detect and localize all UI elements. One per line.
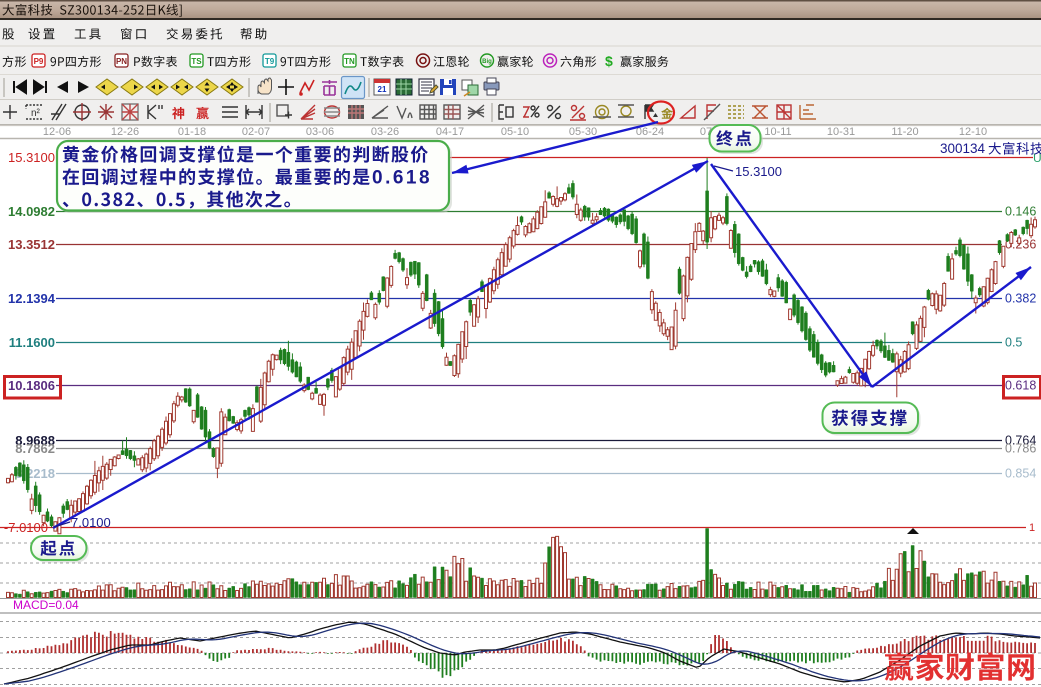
- svg-text:7.0100: 7.0100: [71, 515, 111, 530]
- svg-text:12-26: 12-26: [111, 126, 139, 138]
- svg-text:PN: PN: [116, 57, 127, 66]
- svg-text:02-07: 02-07: [242, 126, 270, 138]
- svg-text:0.786: 0.786: [1005, 442, 1036, 456]
- svg-text:14.0982: 14.0982: [8, 204, 55, 219]
- svg-text:8.7862: 8.7862: [15, 441, 55, 456]
- svg-text:13.3512: 13.3512: [8, 237, 55, 252]
- svg-text:1: 1: [1029, 522, 1035, 534]
- svg-text:n²: n²: [31, 108, 41, 119]
- svg-text:P9: P9: [34, 57, 44, 66]
- svg-text:-7.0100: -7.0100: [4, 520, 48, 535]
- svg-text:04-17: 04-17: [436, 126, 464, 138]
- svg-text:$: $: [605, 53, 613, 69]
- svg-text:12.1394: 12.1394: [8, 291, 56, 306]
- svg-text:03-26: 03-26: [371, 126, 399, 138]
- svg-text:06-24: 06-24: [636, 126, 664, 138]
- svg-text:0.5: 0.5: [1005, 336, 1022, 350]
- svg-text:15.3100: 15.3100: [8, 150, 55, 165]
- svg-text:01-18: 01-18: [178, 126, 206, 138]
- svg-text:15.3100: 15.3100: [735, 164, 782, 179]
- svg-text:11-20: 11-20: [891, 126, 918, 138]
- svg-text:03-06: 03-06: [306, 126, 334, 138]
- svg-text:T9: T9: [265, 57, 275, 66]
- svg-text:TS: TS: [191, 57, 202, 66]
- svg-text:0.382: 0.382: [1005, 292, 1036, 306]
- svg-text:0.146: 0.146: [1005, 205, 1036, 219]
- svg-text:10-11: 10-11: [764, 126, 791, 138]
- svg-text:Big: Big: [482, 59, 492, 65]
- svg-text:MACD=0.04: MACD=0.04: [13, 598, 79, 612]
- svg-text:05-10: 05-10: [501, 126, 529, 138]
- svg-text:300134: 300134: [940, 141, 986, 156]
- svg-text:21: 21: [378, 85, 387, 94]
- svg-text:0.854: 0.854: [1005, 467, 1036, 481]
- svg-text:TN: TN: [344, 57, 355, 66]
- svg-text:10-31: 10-31: [827, 126, 855, 138]
- svg-text:12-10: 12-10: [959, 126, 987, 138]
- svg-text:12-06: 12-06: [43, 126, 71, 138]
- svg-text:05-30: 05-30: [569, 126, 597, 138]
- svg-text:0.618: 0.618: [372, 168, 432, 189]
- svg-text:10.1806: 10.1806: [8, 378, 55, 393]
- svg-text:11.1600: 11.1600: [9, 335, 55, 350]
- svg-text:0.618: 0.618: [1005, 379, 1036, 393]
